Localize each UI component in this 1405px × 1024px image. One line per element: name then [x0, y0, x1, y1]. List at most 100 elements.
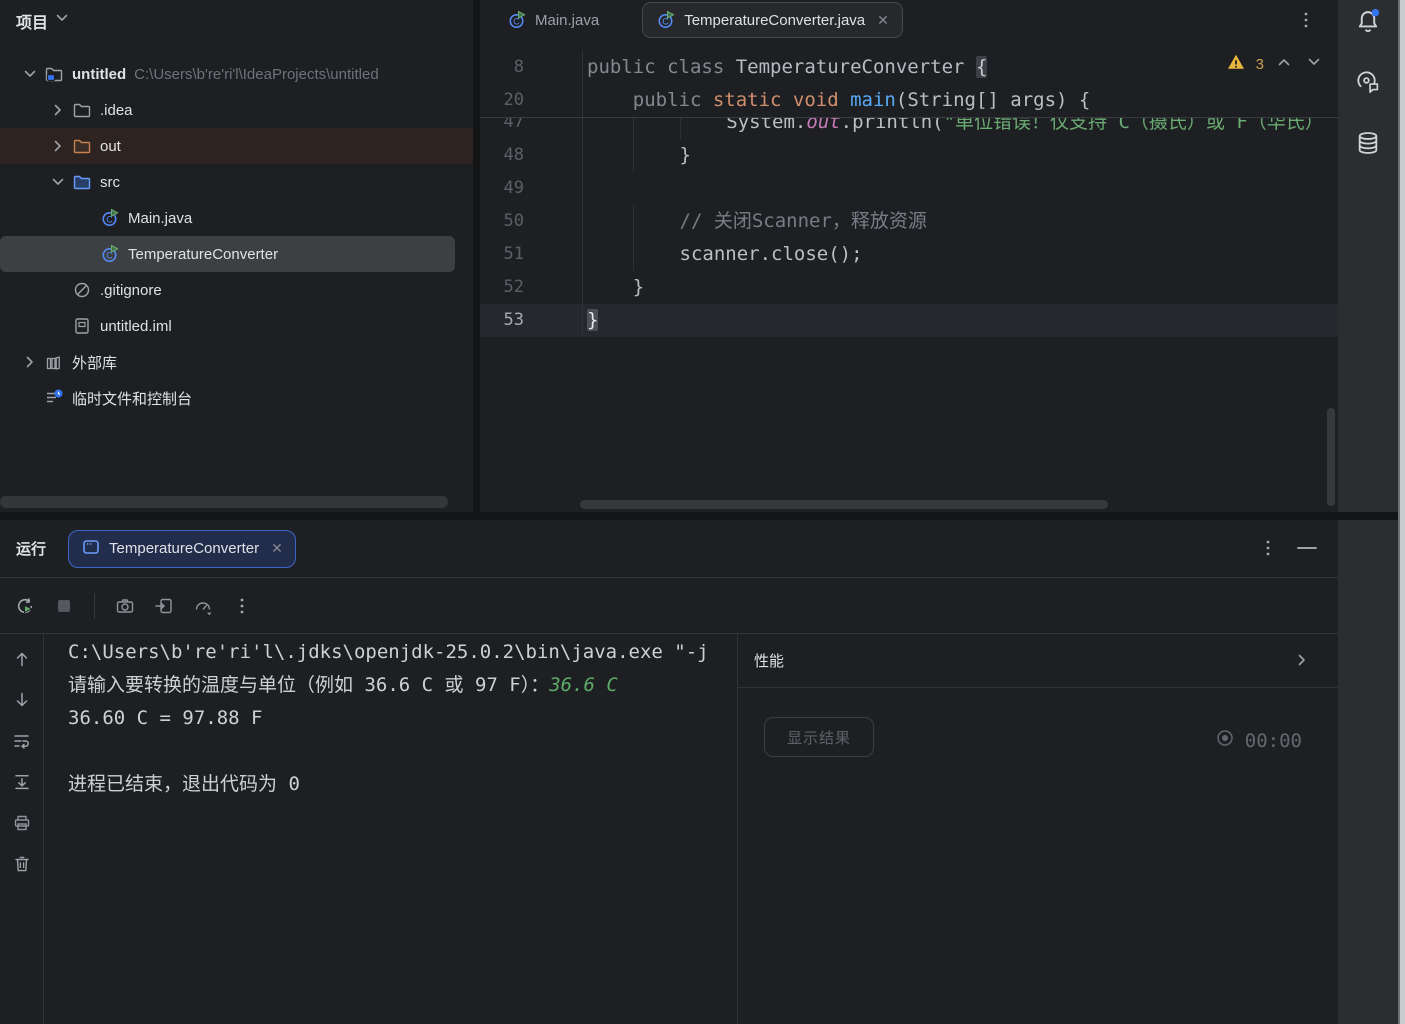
horizontal-scrollbar[interactable]: [580, 500, 1108, 509]
stripe-button-notifications[interactable]: [1355, 8, 1381, 39]
code-text[interactable]: }: [582, 271, 1338, 304]
line-number[interactable]: 50: [480, 205, 524, 238]
console-output[interactable]: C:\Users\b're'ri'l\.jdks\openjdk-25.0.2\…: [44, 634, 737, 1024]
code-text[interactable]: scanner.close();: [582, 238, 1338, 271]
line-number[interactable]: 53: [480, 304, 524, 337]
tree-item-label: out: [100, 138, 121, 155]
code-line-50[interactable]: 50 // 关闭Scanner，释放资源: [480, 205, 1338, 238]
minimize-button[interactable]: [1297, 547, 1317, 549]
trash-icon[interactable]: [12, 854, 32, 874]
code-line-53[interactable]: 53}: [480, 304, 1338, 337]
print-icon[interactable]: [12, 813, 32, 833]
project-panel-header[interactable]: 项目: [16, 8, 72, 33]
tree-item-untitled[interactable]: untitledC:\Users\b're'ri'l\IdeaProjects\…: [0, 56, 473, 92]
tree-item-untitled-iml[interactable]: untitled.iml: [0, 308, 473, 344]
tree-item-out[interactable]: out: [0, 128, 473, 164]
inspection-widget[interactable]: 3: [1226, 52, 1324, 77]
line-number[interactable]: 8: [480, 51, 524, 84]
chevron-down-icon[interactable]: [48, 172, 68, 192]
ai-assistant-icon[interactable]: [1355, 69, 1381, 95]
kebab-icon[interactable]: [1296, 10, 1316, 30]
code-line-20[interactable]: 20 public static void main(String[] args)…: [480, 84, 1338, 117]
stop-button[interactable]: [53, 595, 75, 617]
tree-item-external-libraries[interactable]: 外部库: [0, 344, 473, 380]
camera-button[interactable]: [114, 595, 136, 617]
code-text[interactable]: }: [582, 139, 1338, 172]
code-text[interactable]: public class TemperatureConverter {: [582, 51, 1338, 84]
close-icon[interactable]: ✕: [271, 540, 283, 557]
tree-item-src[interactable]: src: [0, 164, 473, 200]
down-button[interactable]: [11, 689, 33, 711]
tree-item-main-java[interactable]: CMain.java: [0, 200, 473, 236]
code-text[interactable]: }: [582, 304, 1338, 337]
tree-item-idea[interactable]: .idea: [0, 92, 473, 128]
panel-splitter[interactable]: [473, 0, 480, 512]
database-icon[interactable]: [1355, 130, 1381, 156]
chevron-right-icon[interactable]: [1292, 650, 1312, 675]
chevron-right-icon[interactable]: [48, 136, 68, 156]
horizontal-scrollbar[interactable]: [0, 496, 448, 508]
code-line-48[interactable]: 48}: [480, 139, 1338, 172]
profiler-button[interactable]: [192, 595, 214, 617]
chevron-right-icon[interactable]: [1292, 650, 1312, 670]
trash-button[interactable]: [11, 853, 33, 875]
scroll-end-icon[interactable]: [12, 772, 32, 792]
chevron-down-icon[interactable]: [52, 8, 72, 28]
run-config-tab[interactable]: TemperatureConverter ✕: [68, 530, 296, 568]
code-line-8[interactable]: 8 public class TemperatureConverter {: [480, 51, 1338, 84]
line-number[interactable]: 20: [480, 84, 524, 117]
chevron-down-icon[interactable]: [1304, 52, 1324, 72]
chevron-up-icon[interactable]: [1274, 52, 1294, 77]
editor-tab-main-java[interactable]: CMain.java: [494, 3, 612, 37]
chevron-right-icon[interactable]: [48, 100, 68, 120]
window-scrollbar[interactable]: [1398, 0, 1405, 1024]
stripe-button-database[interactable]: [1355, 130, 1381, 161]
chevron-up-icon[interactable]: [1274, 52, 1294, 72]
chevron-down-icon[interactable]: [52, 8, 72, 33]
kebab-icon[interactable]: [232, 596, 252, 616]
editor-tab-temperature-converter-java[interactable]: CTemperatureConverter.java✕: [642, 2, 903, 38]
tree-item-gitignore[interactable]: .gitignore: [0, 272, 473, 308]
line-number[interactable]: 48: [480, 139, 524, 172]
code-line-51[interactable]: 51 scanner.close();: [480, 238, 1338, 271]
soft-wrap-button[interactable]: [11, 730, 33, 752]
line-number[interactable]: 52: [480, 271, 524, 304]
line-number[interactable]: 49: [480, 172, 524, 205]
down-icon[interactable]: [12, 690, 32, 710]
more-options-icon[interactable]: [1258, 538, 1278, 563]
code-text[interactable]: [582, 172, 1338, 205]
show-results-button[interactable]: 显示结果: [764, 717, 874, 757]
vertical-scrollbar[interactable]: [1327, 408, 1335, 506]
tree-item-scratches[interactable]: 临时文件和控制台: [0, 380, 473, 416]
code-line-49[interactable]: 49: [480, 172, 1338, 205]
chevron-down-icon[interactable]: [1304, 52, 1324, 77]
scroll-end-button[interactable]: [11, 771, 33, 793]
code-line-52[interactable]: 52}: [480, 271, 1338, 304]
chevron-down-icon[interactable]: [20, 64, 40, 84]
code-text[interactable]: // 关闭Scanner，释放资源: [582, 205, 1338, 238]
stop-icon[interactable]: [54, 596, 74, 616]
more-options-icon[interactable]: [1296, 10, 1316, 35]
notifications-icon[interactable]: [1355, 8, 1381, 34]
horizontal-splitter[interactable]: [0, 512, 1398, 520]
up-icon[interactable]: [12, 649, 32, 669]
camera-icon[interactable]: [115, 596, 135, 616]
rerun-icon[interactable]: [15, 596, 35, 616]
code-lines[interactable]: 47System.out.println("单位错误！仅支持 C（摄氏）或 F（…: [480, 106, 1338, 337]
attach-debugger-button[interactable]: [153, 595, 175, 617]
chevron-right-icon[interactable]: [20, 352, 40, 372]
print-button[interactable]: [11, 812, 33, 834]
close-icon[interactable]: ✕: [877, 12, 889, 29]
code-text[interactable]: public static void main(String[] args) {: [582, 84, 1338, 117]
rerun-button[interactable]: [14, 595, 36, 617]
soft-wrap-icon[interactable]: [12, 731, 32, 751]
attach-debugger-icon[interactable]: [154, 596, 174, 616]
stripe-button-ai-assistant[interactable]: [1355, 69, 1381, 100]
line-number[interactable]: 51: [480, 238, 524, 271]
performance-header[interactable]: 性能: [738, 634, 1338, 688]
profiler-icon[interactable]: [193, 596, 213, 616]
kebab-icon[interactable]: [1258, 538, 1278, 558]
kebab-button[interactable]: [231, 595, 253, 617]
tree-item-temperature-converter[interactable]: CTemperatureConverter: [0, 236, 455, 272]
up-button[interactable]: [11, 648, 33, 670]
